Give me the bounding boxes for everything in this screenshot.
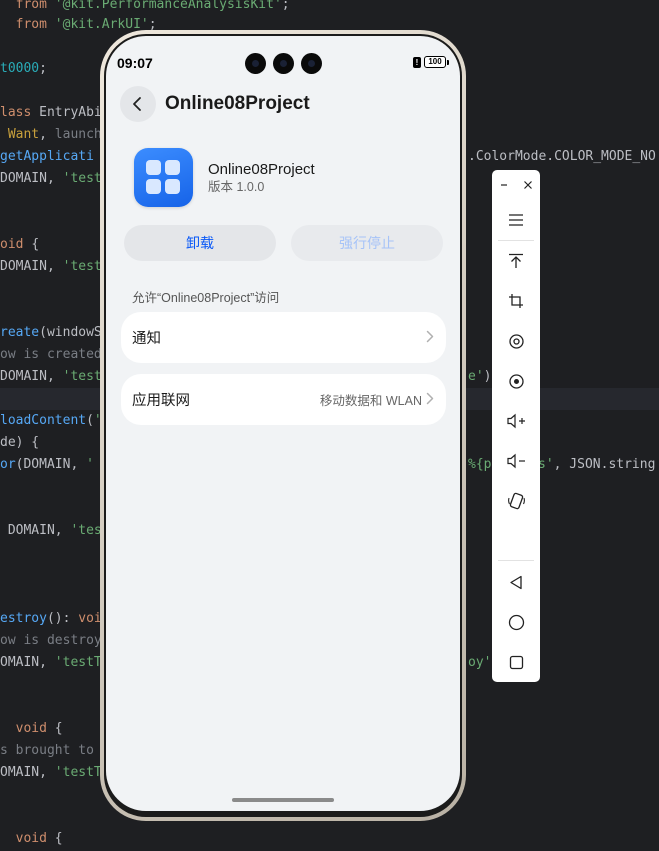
code-line: void { [0, 721, 63, 736]
battery-tip [447, 59, 449, 65]
code-line-fragment: s', JSON.string [538, 457, 656, 472]
screenshot-icon[interactable] [492, 366, 540, 396]
minimize-icon[interactable] [492, 170, 516, 200]
battery-indicator: ! 100 [413, 56, 449, 68]
shake-icon[interactable] [492, 486, 540, 516]
home-indicator[interactable] [232, 798, 334, 802]
chevron-right-icon [426, 392, 434, 408]
code-line: oid { [0, 237, 40, 252]
page-title: Online08Project [165, 93, 310, 114]
emulator-toolbar [492, 170, 540, 682]
close-icon[interactable] [516, 170, 540, 200]
notification-label: 通知 [132, 331, 161, 347]
app-name: Online08Project [208, 160, 315, 178]
code-line: void { [0, 831, 63, 846]
app-icon [134, 148, 193, 207]
network-label: 应用联网 [132, 393, 190, 409]
page-header: Online08Project [120, 86, 310, 122]
code-line: OMAIN, 'testTa [0, 655, 110, 670]
volume-up-icon[interactable] [492, 406, 540, 436]
chevron-left-icon [133, 97, 141, 111]
code-line: lass EntryAbi [0, 105, 102, 120]
uninstall-button[interactable]: 卸载 [124, 225, 276, 261]
alert-icon: ! [413, 56, 421, 68]
code-line: ow is created [0, 347, 102, 362]
chevron-right-icon [426, 330, 434, 346]
home-icon[interactable] [492, 607, 540, 637]
rotate-icon[interactable] [492, 326, 540, 356]
front-camera-1 [245, 53, 266, 74]
code-line: estroy(): voi [0, 611, 102, 626]
device-screen: 09:07 ! 100 Online08Project Online08Proj… [106, 36, 460, 811]
code-line-fragment: .ColorMode.COLOR_MODE_NO [468, 149, 656, 164]
menu-icon[interactable] [492, 205, 540, 235]
front-camera-2 [273, 53, 294, 74]
battery-icon: 100 [424, 56, 446, 68]
code-line: getApplicati [0, 149, 94, 164]
back-button[interactable] [120, 86, 156, 122]
code-line-fragment: %{p [468, 457, 492, 472]
notification-setting-card[interactable]: 通知 [121, 312, 446, 363]
pin-top-icon[interactable] [492, 246, 540, 276]
code-line-fragment: e') [468, 369, 492, 384]
code-line: t0000; [0, 61, 47, 76]
permissions-section-label: 允许“Online08Project”访问 [132, 291, 280, 305]
back-icon[interactable] [492, 567, 540, 597]
code-line: reate(windowSt [0, 325, 110, 340]
code-line: OMAIN, 'testTa [0, 765, 110, 780]
recent-apps-icon[interactable] [492, 647, 540, 677]
code-line: or(DOMAIN, ' [0, 457, 94, 472]
code-line: ow is destroy [0, 633, 102, 648]
volume-down-icon[interactable] [492, 446, 540, 476]
app-version: 版本 1.0.0 [208, 179, 265, 194]
code-line: loadContent('p [0, 413, 110, 428]
code-line: de) { [0, 435, 40, 450]
app-info: Online08Project 版本 1.0.0 [134, 148, 315, 207]
code-line: s brought to [0, 743, 94, 758]
code-line: DOMAIN, 'test [0, 523, 110, 538]
status-bar: 09:07 ! 100 [106, 36, 460, 86]
code-line: Want, launch [0, 127, 102, 142]
network-value: 移动数据和 WLAN [319, 394, 422, 408]
front-camera-3 [301, 53, 322, 74]
status-time: 09:07 [117, 55, 153, 71]
force-stop-button[interactable]: 强行停止 [291, 225, 443, 261]
network-setting-card[interactable]: 应用联网 移动数据和 WLAN [121, 374, 446, 425]
code-line-fragment: oy' [468, 655, 492, 670]
crop-icon[interactable] [492, 286, 540, 316]
